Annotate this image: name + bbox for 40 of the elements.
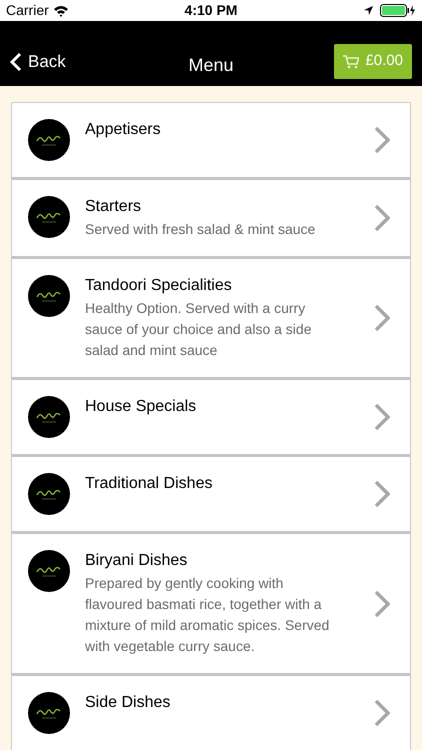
time-text: 4:10 PM (184, 1, 238, 20)
cart-icon (343, 54, 360, 68)
item-description: Healthy Option. Served with a curry sauce of your choice and also a side salad and mint sauce (85, 299, 312, 360)
logo-icon (28, 119, 70, 161)
back-button[interactable]: Back (10, 48, 66, 74)
logo-icon (28, 275, 70, 317)
menu-item[interactable]: House Specials (12, 380, 410, 457)
chevron-icon (374, 403, 390, 431)
item-title: Tandoori Specialities (85, 276, 233, 296)
logo-icon (28, 196, 70, 238)
chevron-icon (374, 590, 390, 618)
menu-item[interactable]: Tandoori Specialities Healthy Option. Served with a curry sauce of your choice and also a side salad and mint sauce (12, 259, 410, 380)
logo-icon (28, 473, 70, 515)
chevron-icon (374, 126, 390, 154)
item-description: Prepared by gently cooking with flavoured basmati rice, together with a mixture of mild aromatic spices. Served with vegetable curry sauce. (85, 574, 330, 656)
logo-icon (28, 396, 70, 438)
item-description: Served with fresh salad & mint sauce (85, 220, 316, 239)
chevron-icon (374, 699, 390, 727)
item-title: House Specials (85, 397, 198, 417)
location-icon (363, 5, 374, 16)
chevron-icon (374, 304, 390, 332)
menu-item[interactable]: Starters Served with fresh salad & mint sauce (12, 180, 410, 259)
item-title: Side Dishes (85, 693, 172, 713)
logo-icon (28, 692, 70, 734)
menu-item[interactable]: Traditional Dishes (12, 457, 410, 534)
item-title: Starters (85, 197, 142, 217)
item-title: Traditional Dishes (85, 474, 214, 494)
chevron-icon (374, 480, 390, 508)
nav-title: Menu (188, 54, 234, 77)
item-title: Appetisers (85, 120, 162, 140)
back-chevron-icon (10, 52, 22, 72)
wifi-icon (52, 4, 69, 16)
logo-icon (28, 550, 70, 592)
battery-icon (380, 4, 416, 17)
chevron-icon (374, 204, 390, 232)
menu-item[interactable]: Side Dishes (12, 676, 410, 750)
item-title: Biryani Dishes (85, 551, 188, 571)
menu-item[interactable]: Appetisers (12, 103, 410, 180)
menu-item[interactable]: Biryani Dishes Prepared by gently cooking with flavoured basmati rice, together with a mixture of mild aromatic spices. Served with vegetable curry sauce. (12, 534, 410, 676)
carrier-text: Carrier (6, 1, 49, 20)
